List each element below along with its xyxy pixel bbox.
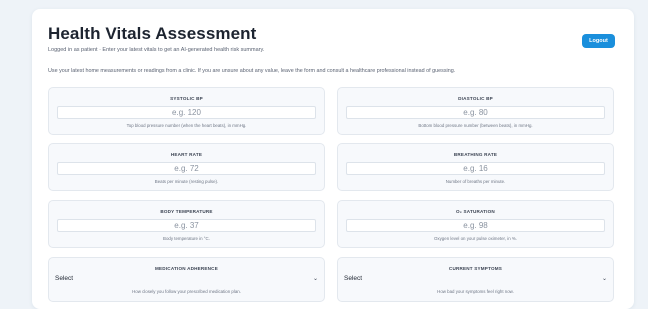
current-symptoms-select[interactable]: Select ⌄ [344, 273, 607, 284]
heart-rate-input[interactable]: e.g. 72 [57, 162, 316, 175]
login-status-text: Logged in as patient · Enter your latest… [48, 47, 265, 53]
body-temperature-input[interactable]: e.g. 37 [57, 219, 316, 232]
heart-rate-label: HEART RATE [170, 152, 203, 157]
o2-saturation-input[interactable]: e.g. 98 [346, 219, 605, 232]
o2-saturation-help: Oxygen level on your pulse oximeter, in … [434, 236, 517, 241]
assessment-card: Health Vitals Assessment Logged in as pa… [32, 9, 634, 309]
body-temperature-label: BODY TEMPERATURE [160, 209, 213, 214]
systolic-bp-label: SYSTOLIC BP [170, 96, 203, 101]
current-symptoms-field: CURRENT SYMPTOMS Select ⌄ How bad your s… [337, 257, 614, 302]
breathing-rate-help: Number of breaths per minute. [445, 179, 506, 184]
diastolic-bp-field: DIASTOLIC BP e.g. 80 Bottom blood pressu… [337, 87, 614, 135]
chevron-down-icon: ⌄ [601, 276, 607, 282]
o2-saturation-field: O₂ SATURATION e.g. 98 Oxygen level on yo… [337, 200, 614, 248]
diastolic-bp-help: Bottom blood pressure number (between be… [418, 123, 533, 128]
intro-text: Use your latest home measurements or rea… [48, 68, 456, 74]
medication-adherence-help: How closely you follow your prescribed m… [132, 289, 241, 294]
current-symptoms-label: CURRENT SYMPTOMS [448, 266, 503, 271]
logout-button[interactable]: Logout [582, 34, 615, 48]
medication-adherence-value: Select [55, 275, 74, 282]
o2-saturation-label: O₂ SATURATION [456, 209, 495, 214]
systolic-bp-help: Top blood pressure number (when the hear… [126, 123, 247, 128]
breathing-rate-label: BREATHING RATE [453, 152, 498, 157]
heart-rate-field: HEART RATE e.g. 72 Beats per minute (res… [48, 143, 325, 191]
current-symptoms-help: How bad your symptoms feel right now. [437, 289, 514, 294]
systolic-bp-field: SYSTOLIC BP e.g. 120 Top blood pressure … [48, 87, 325, 135]
diastolic-bp-input[interactable]: e.g. 80 [346, 106, 605, 119]
medication-adherence-label: MEDICATION ADHERENCE [155, 266, 218, 271]
page-title: Health Vitals Assessment [48, 24, 257, 43]
medication-adherence-field: MEDICATION ADHERENCE Select ⌄ How closel… [48, 257, 325, 302]
medication-adherence-select[interactable]: Select ⌄ [55, 273, 318, 284]
body-temperature-field: BODY TEMPERATURE e.g. 37 Body temperatur… [48, 200, 325, 248]
chevron-down-icon: ⌄ [312, 276, 318, 282]
body-temperature-help: Body temperature in °C. [163, 236, 210, 241]
breathing-rate-field: BREATHING RATE e.g. 16 Number of breaths… [337, 143, 614, 191]
systolic-bp-input[interactable]: e.g. 120 [57, 106, 316, 119]
heart-rate-help: Beats per minute (resting pulse). [154, 179, 219, 184]
breathing-rate-input[interactable]: e.g. 16 [346, 162, 605, 175]
current-symptoms-value: Select [344, 275, 363, 282]
diastolic-bp-label: DIASTOLIC BP [458, 96, 493, 101]
